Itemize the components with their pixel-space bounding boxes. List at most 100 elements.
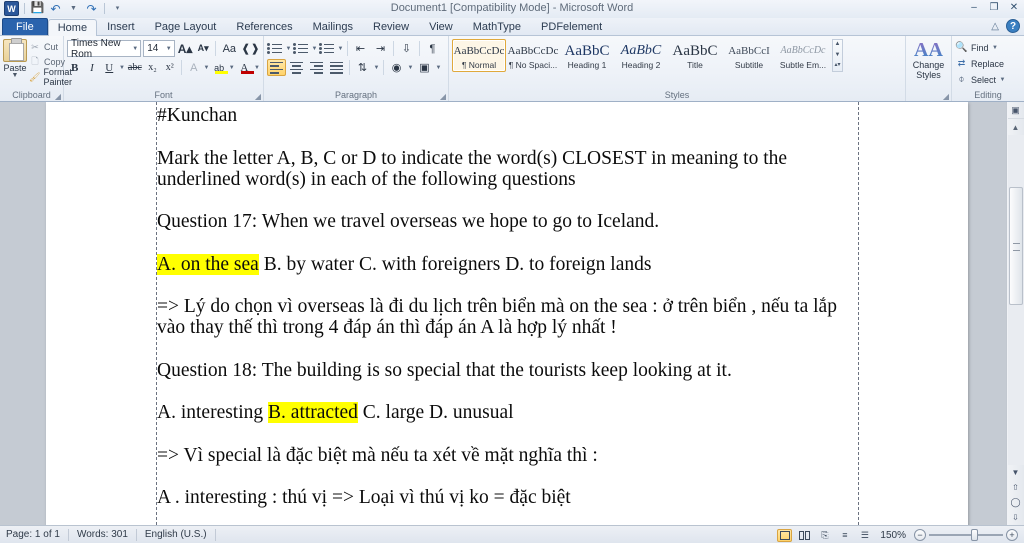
- clear-formatting-icon[interactable]: ❰❱: [241, 40, 260, 57]
- increase-indent-icon[interactable]: ⇥: [371, 40, 390, 57]
- paragraph[interactable]: A. on the sea B. by water C. with foreig…: [157, 253, 858, 275]
- document-page[interactable]: #Kunchan Mark the letter A, B, C or D to…: [46, 102, 968, 525]
- scrollbar-thumb[interactable]: [1008, 187, 1023, 305]
- paragraph[interactable]: => Lý do chọn vì overseas là đi du lịch …: [157, 296, 858, 338]
- split-window-icon[interactable]: ▣: [1007, 102, 1024, 119]
- paragraph[interactable]: A. interesting B. attracted C. large D. …: [157, 402, 858, 423]
- line-spacing-icon[interactable]: ⇅: [353, 59, 372, 76]
- paragraph[interactable]: Mark the letter A, B, C or D to indicate…: [157, 148, 858, 190]
- minimize-icon[interactable]: –: [967, 1, 981, 14]
- shading-icon[interactable]: ◉: [387, 59, 406, 76]
- paste-button[interactable]: Paste ▼: [3, 38, 27, 84]
- paragraph[interactable]: #Kunchan: [157, 105, 858, 126]
- borders-dropdown-icon[interactable]: ▼: [435, 65, 442, 71]
- tab-references[interactable]: References: [226, 18, 302, 35]
- highlight-color-button[interactable]: ab: [211, 59, 229, 76]
- align-left-button[interactable]: [267, 59, 286, 76]
- tab-view[interactable]: View: [419, 18, 463, 35]
- styles-dialog-launcher-icon[interactable]: ◢: [943, 92, 949, 101]
- tab-pdfelement[interactable]: PDFelement: [531, 18, 612, 35]
- show-formatting-marks-icon[interactable]: ¶: [423, 40, 442, 57]
- numbering-icon[interactable]: [293, 41, 310, 57]
- tab-mathtype[interactable]: MathType: [463, 18, 531, 35]
- styles-scroll-down-icon[interactable]: ▼: [835, 52, 841, 59]
- bold-button[interactable]: B: [67, 59, 82, 76]
- subscript-button[interactable]: x₂: [145, 59, 160, 76]
- justify-button[interactable]: [327, 59, 346, 76]
- grow-font-button[interactable]: A▴: [177, 40, 194, 57]
- word-count[interactable]: Words: 301: [69, 528, 137, 541]
- decrease-indent-icon[interactable]: ⇤: [351, 40, 370, 57]
- paragraph-dialog-launcher-icon[interactable]: ◢: [440, 92, 446, 101]
- view-full-screen-reading-icon[interactable]: [797, 529, 812, 542]
- select-dropdown-icon[interactable]: ▼: [999, 77, 1006, 83]
- restore-icon[interactable]: ❐: [987, 1, 1001, 14]
- document-scroll-region[interactable]: #Kunchan Mark the letter A, B, C or D to…: [0, 102, 1006, 525]
- paste-dropdown-icon[interactable]: ▼: [12, 72, 19, 79]
- text-effects-dropdown-icon[interactable]: ▼: [204, 65, 210, 71]
- tab-home[interactable]: Home: [47, 19, 98, 36]
- zoom-in-button[interactable]: +: [1006, 529, 1018, 541]
- styles-more-icon[interactable]: ▴▾: [834, 62, 840, 69]
- tab-insert[interactable]: Insert: [97, 18, 145, 35]
- tab-mailings[interactable]: Mailings: [303, 18, 363, 35]
- bullets-icon[interactable]: [267, 41, 284, 57]
- shading-dropdown-icon[interactable]: ▼: [407, 65, 414, 71]
- replace-button[interactable]: ⇄ Replace: [955, 56, 1006, 71]
- zoom-slider[interactable]: [929, 529, 1003, 541]
- tab-page-layout[interactable]: Page Layout: [145, 18, 227, 35]
- bullets-dropdown-icon[interactable]: ▼: [285, 46, 292, 52]
- align-center-button[interactable]: [287, 59, 306, 76]
- close-icon[interactable]: ✕: [1007, 1, 1021, 14]
- font-name-combo[interactable]: Times New Rom ▼: [67, 38, 142, 60]
- scroll-up-icon[interactable]: ▲: [1008, 119, 1024, 135]
- view-draft-icon[interactable]: ☰: [857, 529, 872, 542]
- underline-button[interactable]: U: [102, 59, 117, 76]
- scroll-down-icon[interactable]: ▼: [1008, 465, 1024, 480]
- find-dropdown-icon[interactable]: ▼: [992, 45, 999, 51]
- strikethrough-button[interactable]: abc: [127, 59, 143, 76]
- scrollbar-track[interactable]: [1007, 135, 1024, 465]
- multilevel-list-icon[interactable]: [319, 41, 336, 57]
- previous-page-icon[interactable]: ⇧: [1008, 480, 1024, 495]
- style-no-spacing[interactable]: AaBbCcDc ¶ No Spaci...: [506, 39, 560, 72]
- style-title[interactable]: AaBbC Title: [668, 39, 722, 72]
- highlight-dropdown-icon[interactable]: ▼: [229, 65, 235, 71]
- superscript-button[interactable]: x²: [162, 59, 177, 76]
- tab-review[interactable]: Review: [363, 18, 419, 35]
- style-normal[interactable]: AaBbCcDc ¶ Normal: [452, 39, 506, 72]
- font-size-combo[interactable]: 14 ▼: [143, 40, 175, 57]
- font-color-dropdown-icon[interactable]: ▼: [254, 65, 260, 71]
- multilevel-dropdown-icon[interactable]: ▼: [337, 46, 344, 52]
- style-subtle-emphasis[interactable]: AaBbCcDc Subtle Em...: [776, 39, 830, 72]
- paragraph[interactable]: Question 17: When we travel overseas we …: [157, 211, 858, 232]
- style-subtitle[interactable]: AaBbCcI Subtitle: [722, 39, 776, 72]
- zoom-level[interactable]: 150%: [877, 530, 909, 541]
- change-styles-button[interactable]: AA Change Styles: [909, 38, 948, 80]
- paragraph[interactable]: Question 18: The building is so special …: [157, 360, 858, 381]
- find-button[interactable]: 🔍 Find ▼: [955, 40, 1006, 55]
- style-heading-1[interactable]: AaBbC Heading 1: [560, 39, 614, 72]
- clipboard-dialog-launcher-icon[interactable]: ◢: [55, 92, 61, 101]
- borders-icon[interactable]: ▣: [415, 59, 434, 76]
- style-heading-2[interactable]: AaBbC Heading 2: [614, 39, 668, 72]
- line-spacing-dropdown-icon[interactable]: ▼: [373, 65, 380, 71]
- view-outline-icon[interactable]: ≡: [837, 529, 852, 542]
- paragraph[interactable]: A . interesting : thú vị => Loại vì thú …: [157, 487, 858, 508]
- document-content[interactable]: #Kunchan Mark the letter A, B, C or D to…: [157, 105, 858, 525]
- zoom-out-button[interactable]: −: [914, 529, 926, 541]
- styles-gallery-scroll[interactable]: ▲ ▼ ▴▾: [832, 39, 843, 72]
- sort-icon[interactable]: ⇩: [397, 40, 416, 57]
- font-dialog-launcher-icon[interactable]: ◢: [255, 92, 261, 101]
- italic-button[interactable]: I: [84, 59, 99, 76]
- align-right-button[interactable]: [307, 59, 326, 76]
- text-effects-button[interactable]: A: [186, 59, 201, 76]
- change-case-button[interactable]: Aa: [220, 40, 239, 57]
- minimize-ribbon-icon[interactable]: △: [991, 21, 999, 32]
- styles-scroll-up-icon[interactable]: ▲: [835, 41, 841, 48]
- tab-file[interactable]: File: [2, 18, 48, 35]
- font-color-button[interactable]: A: [237, 59, 254, 76]
- next-page-icon[interactable]: ⇩: [1008, 510, 1024, 525]
- vertical-scrollbar[interactable]: ▣ ▲ ▼ ⇧ ◯ ⇩: [1006, 102, 1024, 525]
- help-icon[interactable]: ?: [1006, 19, 1020, 33]
